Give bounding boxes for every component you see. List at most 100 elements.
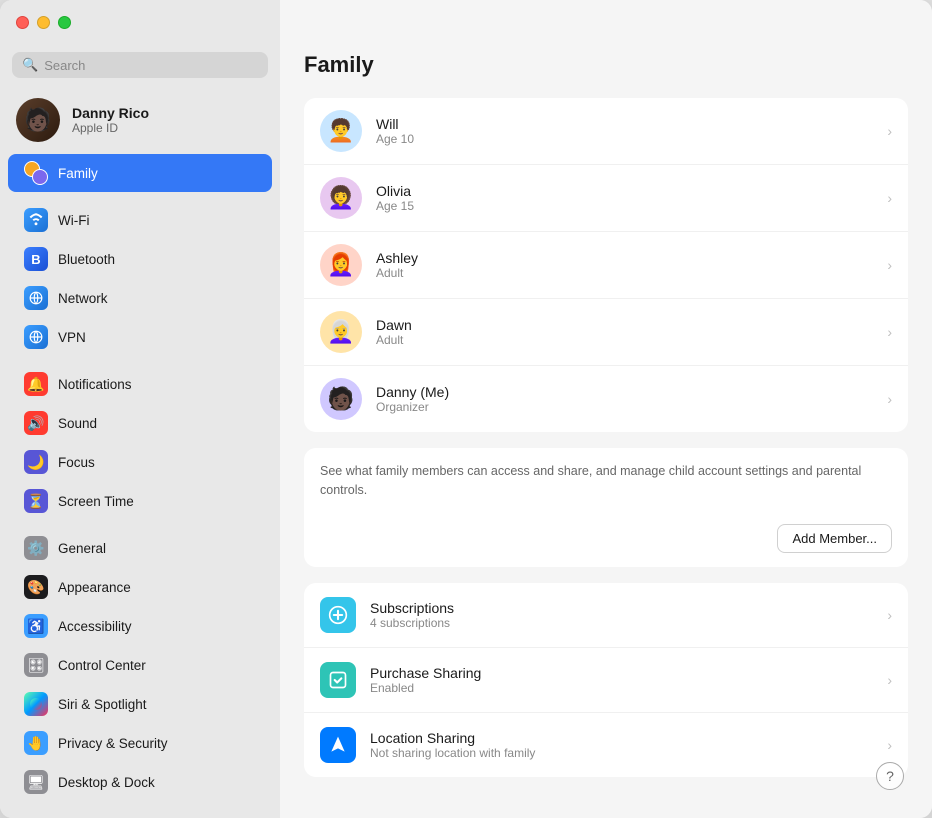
sidebar-item-label: Notifications [58,377,132,392]
sidebar-item-desktop[interactable]: 🖥 Desktop & Dock [8,763,272,801]
chevron-right-icon: › [887,257,892,273]
maximize-button[interactable] [58,16,71,29]
search-icon: 🔍 [22,57,38,73]
titlebar [0,0,932,44]
sidebar-item-notifications[interactable]: 🔔 Notifications [8,365,272,403]
sidebar-item-general[interactable]: ⚙️ General [8,529,272,567]
chevron-right-icon: › [887,607,892,623]
member-info-will: Will Age 10 [376,116,414,146]
sidebar-item-label: Focus [58,455,95,470]
privacy-icon: 🤚 [24,731,48,755]
profile-row[interactable]: 🧑🏿 Danny Rico Apple ID [0,90,280,154]
controlcenter-icon: 🎛 [24,653,48,677]
sidebar-item-vpn[interactable]: VPN [8,318,272,356]
sound-icon: 🔊 [24,411,48,435]
sidebar-item-bluetooth[interactable]: B Bluetooth [8,240,272,278]
member-row[interactable]: 🧑🏿 Danny (Me) Organizer › [304,366,908,432]
sidebar-item-label: Family [58,166,98,181]
sidebar-item-label: Privacy & Security [58,736,168,751]
member-role: Organizer [376,400,449,414]
close-button[interactable] [16,16,29,29]
general-icon: ⚙️ [24,536,48,560]
member-avatar-danny: 🧑🏿 [320,378,362,420]
service-sub: 4 subscriptions [370,616,454,630]
profile-subtitle: Apple ID [72,121,149,135]
chevron-right-icon: › [887,672,892,688]
sidebar-item-label: Control Center [58,658,146,673]
service-row-purchase[interactable]: Purchase Sharing Enabled › [304,648,908,713]
sidebar-item-label: Bluetooth [58,252,115,267]
sidebar-item-label: Siri & Spotlight [58,697,147,712]
member-row[interactable]: 🧑‍🦱 Will Age 10 › [304,98,908,165]
sidebar-item-sound[interactable]: 🔊 Sound [8,404,272,442]
sidebar-item-label: Network [58,291,108,306]
sidebar: 🔍 🧑🏿 Danny Rico Apple ID Family [0,0,280,818]
description-card: See what family members can access and s… [304,448,908,567]
member-name: Ashley [376,250,418,266]
purchase-icon [320,662,356,698]
focus-icon: 🌙 [24,450,48,474]
chevron-right-icon: › [887,324,892,340]
service-row-location[interactable]: Location Sharing Not sharing location wi… [304,713,908,777]
service-sub: Not sharing location with family [370,746,535,760]
chevron-right-icon: › [887,737,892,753]
service-info-purchase: Purchase Sharing Enabled [370,665,481,695]
sidebar-item-wifi[interactable]: Wi-Fi [8,201,272,239]
siri-icon [24,692,48,716]
help-button[interactable]: ? [876,762,904,790]
search-bar[interactable]: 🔍 [12,52,268,78]
members-card: 🧑‍🦱 Will Age 10 › 👩‍🦱 Olivia Age 15 › [304,98,908,432]
vpn-icon [24,325,48,349]
sidebar-item-label: Accessibility [58,619,132,634]
member-avatar-olivia: 👩‍🦱 [320,177,362,219]
service-name: Location Sharing [370,730,535,746]
member-info-dawn: Dawn Adult [376,317,412,347]
sidebar-item-privacy[interactable]: 🤚 Privacy & Security [8,724,272,762]
member-info-olivia: Olivia Age 15 [376,183,414,213]
search-input[interactable] [44,58,258,73]
services-card: Subscriptions 4 subscriptions › Purchas [304,583,908,777]
notifications-icon: 🔔 [24,372,48,396]
sidebar-item-family[interactable]: Family [8,154,272,192]
member-avatar-dawn: 👩‍🦳 [320,311,362,353]
service-row-subscriptions[interactable]: Subscriptions 4 subscriptions › [304,583,908,648]
member-name: Dawn [376,317,412,333]
sidebar-item-appearance[interactable]: 🎨 Appearance [8,568,272,606]
minimize-button[interactable] [37,16,50,29]
member-role: Age 10 [376,132,414,146]
sidebar-item-network[interactable]: Network [8,279,272,317]
add-member-button[interactable]: Add Member... [777,524,892,553]
member-name: Danny (Me) [376,384,449,400]
profile-name: Danny Rico [72,105,149,121]
member-avatar-will: 🧑‍🦱 [320,110,362,152]
service-info-location: Location Sharing Not sharing location wi… [370,730,535,760]
sidebar-item-focus[interactable]: 🌙 Focus [8,443,272,481]
sidebar-item-label: Screen Time [58,494,134,509]
service-name: Subscriptions [370,600,454,616]
network-icon [24,286,48,310]
chevron-right-icon: › [887,123,892,139]
chevron-right-icon: › [887,391,892,407]
appearance-icon: 🎨 [24,575,48,599]
sidebar-item-screentime[interactable]: ⏳ Screen Time [8,482,272,520]
family-description: See what family members can access and s… [304,448,908,514]
sidebar-item-label: Appearance [58,580,131,595]
member-name: Olivia [376,183,414,199]
member-row[interactable]: 👩‍🦳 Dawn Adult › [304,299,908,366]
page-title: Family [304,52,908,78]
sidebar-item-label: Desktop & Dock [58,775,155,790]
subscriptions-icon [320,597,356,633]
member-row[interactable]: 👩‍🦰 Ashley Adult › [304,232,908,299]
member-avatar-ashley: 👩‍🦰 [320,244,362,286]
member-name: Will [376,116,414,132]
sidebar-item-accessibility[interactable]: ♿ Accessibility [8,607,272,645]
sidebar-item-controlcenter[interactable]: 🎛 Control Center [8,646,272,684]
member-role: Age 15 [376,199,414,213]
member-row[interactable]: 👩‍🦱 Olivia Age 15 › [304,165,908,232]
desktop-icon: 🖥 [24,770,48,794]
chevron-right-icon: › [887,190,892,206]
family-icon [24,161,48,185]
service-info-subscriptions: Subscriptions 4 subscriptions [370,600,454,630]
sidebar-item-label: Sound [58,416,97,431]
sidebar-item-siri[interactable]: Siri & Spotlight [8,685,272,723]
